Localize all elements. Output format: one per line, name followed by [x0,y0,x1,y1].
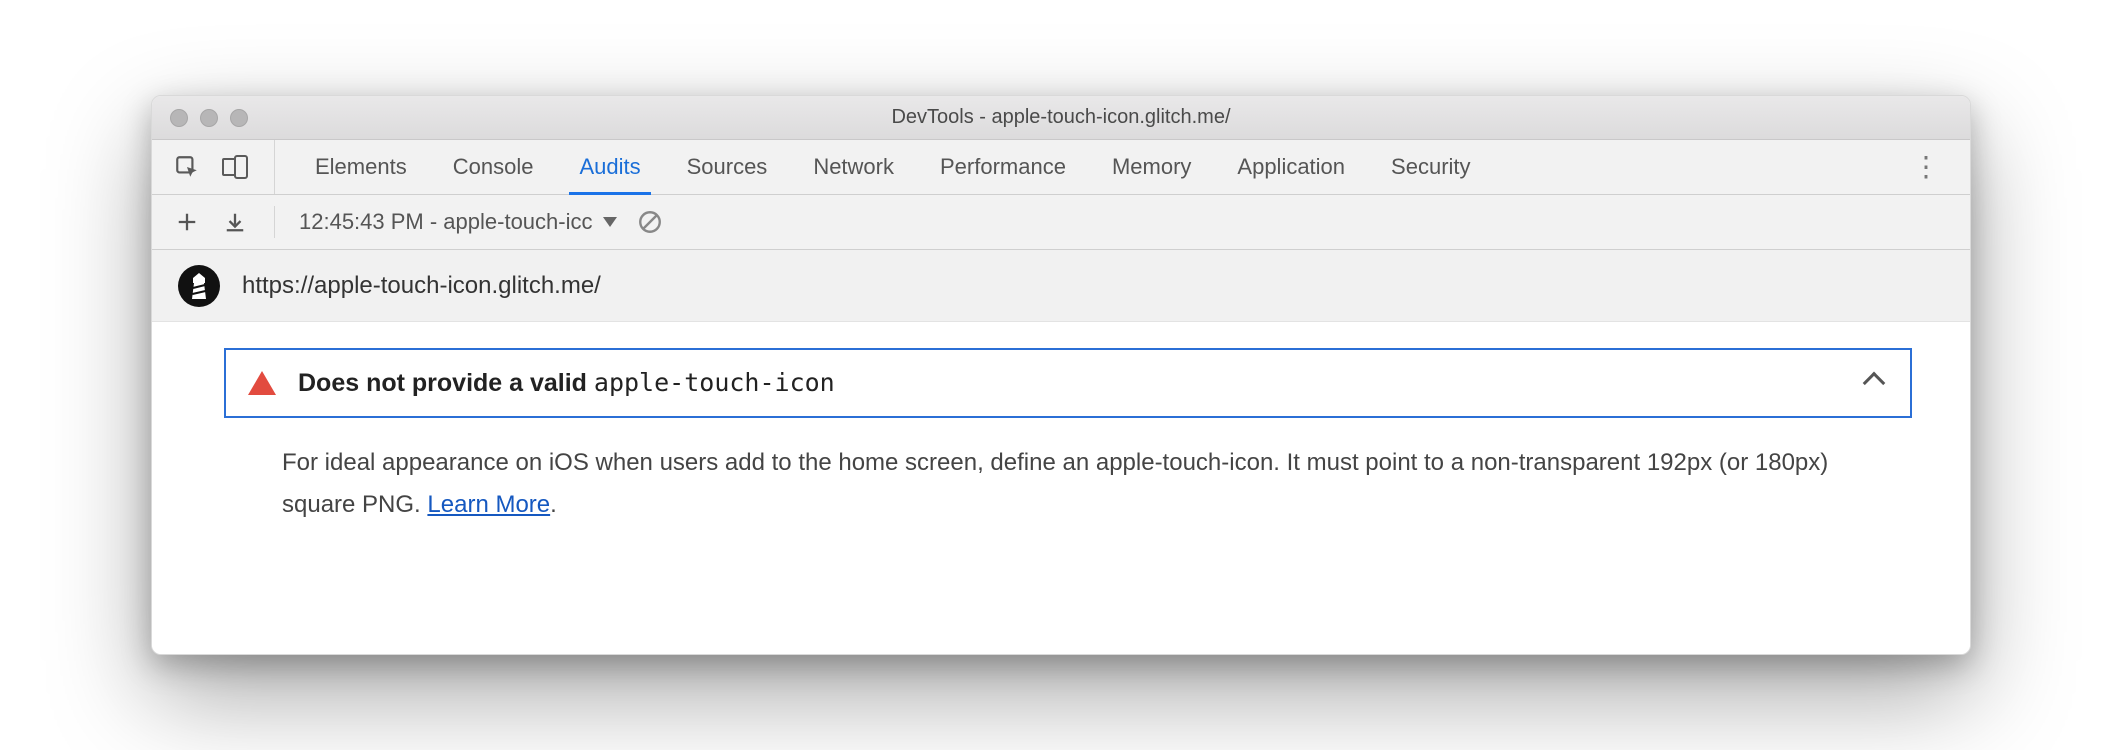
window-controls [152,109,248,127]
fail-triangle-icon [248,371,276,395]
devtools-window: DevTools - apple-touch-icon.glitch.me/ E… [151,95,1971,655]
tab-security[interactable]: Security [1387,140,1474,194]
titlebar: DevTools - apple-touch-icon.glitch.me/ [152,96,1970,140]
tab-performance[interactable]: Performance [936,140,1070,194]
report-selector[interactable]: 12:45:43 PM - apple-touch-icc [299,209,617,235]
audit-title-code: apple-touch-icon [594,368,835,397]
audit-description-period: . [550,491,557,518]
toolbar-separator [274,206,275,238]
inspect-controls [152,140,275,194]
close-window-button[interactable] [170,109,188,127]
window-title: DevTools - apple-touch-icon.glitch.me/ [152,106,1970,129]
device-toolbar-icon[interactable] [220,152,250,182]
overflow-menu[interactable]: ⋮ [1912,140,1960,194]
download-report-button[interactable] [220,207,250,237]
audit-url-row: https://apple-touch-icon.glitch.me/ [152,250,1970,322]
new-audit-button[interactable] [172,207,202,237]
audit-description: For ideal appearance on iOS when users a… [224,418,1844,526]
tab-application[interactable]: Application [1233,140,1349,194]
devtools-tabs: Elements Console Audits Sources Network … [152,140,1970,195]
tab-elements[interactable]: Elements [311,140,411,194]
audits-toolbar: 12:45:43 PM - apple-touch-icc [152,195,1970,250]
tab-audits[interactable]: Audits [575,140,644,194]
audit-content: Does not provide a valid apple-touch-ico… [152,322,1970,654]
chevron-down-icon [603,217,617,227]
inspect-element-icon[interactable] [172,152,202,182]
report-selector-label: 12:45:43 PM - apple-touch-icc [299,209,593,235]
learn-more-link[interactable]: Learn More [427,491,550,518]
clear-all-button[interactable] [635,207,665,237]
tab-list: Elements Console Audits Sources Network … [275,140,1912,194]
minimize-window-button[interactable] [200,109,218,127]
audit-title-prefix: Does not provide a valid [298,369,594,397]
audit-item[interactable]: Does not provide a valid apple-touch-ico… [224,348,1912,418]
audit-title: Does not provide a valid apple-touch-ico… [298,368,1844,398]
tab-console[interactable]: Console [449,140,538,194]
lighthouse-icon [178,265,220,307]
zoom-window-button[interactable] [230,109,248,127]
tab-sources[interactable]: Sources [683,140,772,194]
chevron-up-icon [1863,372,1886,395]
tab-network[interactable]: Network [809,140,898,194]
tab-memory[interactable]: Memory [1108,140,1195,194]
audit-url: https://apple-touch-icon.glitch.me/ [242,272,601,300]
